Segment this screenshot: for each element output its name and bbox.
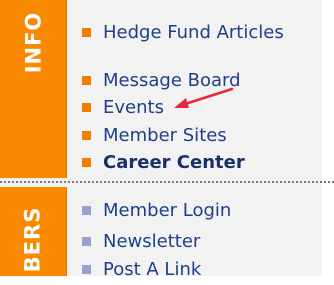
- sidebar-item-label: Newsletter: [103, 230, 201, 252]
- lavender-square-bullet-icon: [82, 236, 91, 246]
- sidebar-menu: Hedge Fund Articles Message Board Events…: [0, 0, 334, 280]
- sidebar-item-newsletter[interactable]: Newsletter: [82, 229, 200, 253]
- sidebar-item-member-login[interactable]: Member Login: [82, 198, 231, 222]
- sidebar-item-post-a-link[interactable]: Post A Link: [82, 257, 201, 281]
- red-arrow-icon: [174, 87, 234, 108]
- lavender-square-bullet-icon: [82, 264, 91, 274]
- sidebar-item-label: Member Sites: [103, 124, 227, 146]
- sidebar-item-label: Post A Link: [103, 258, 202, 280]
- sidebar-item-events[interactable]: Events: [82, 95, 164, 119]
- orange-square-bullet-icon: [82, 75, 91, 85]
- sidebar-item-label: Hedge Fund Articles: [103, 21, 284, 43]
- orange-square-bullet-icon: [82, 130, 91, 140]
- sidebar-item-label: Career Center: [103, 151, 245, 173]
- sidebar-item-career-center[interactable]: Career Center: [82, 150, 245, 174]
- sidebar-item-hedge-fund-articles[interactable]: Hedge Fund Articles: [82, 20, 284, 44]
- sidebar-item-label: Member Login: [103, 199, 232, 221]
- orange-square-bullet-icon: [82, 157, 91, 167]
- orange-square-bullet-icon: [82, 27, 91, 37]
- lavender-square-bullet-icon: [82, 205, 91, 215]
- orange-square-bullet-icon: [82, 102, 91, 112]
- sidebar-item-label: Events: [103, 96, 164, 118]
- sidebar-item-member-sites[interactable]: Member Sites: [82, 123, 227, 147]
